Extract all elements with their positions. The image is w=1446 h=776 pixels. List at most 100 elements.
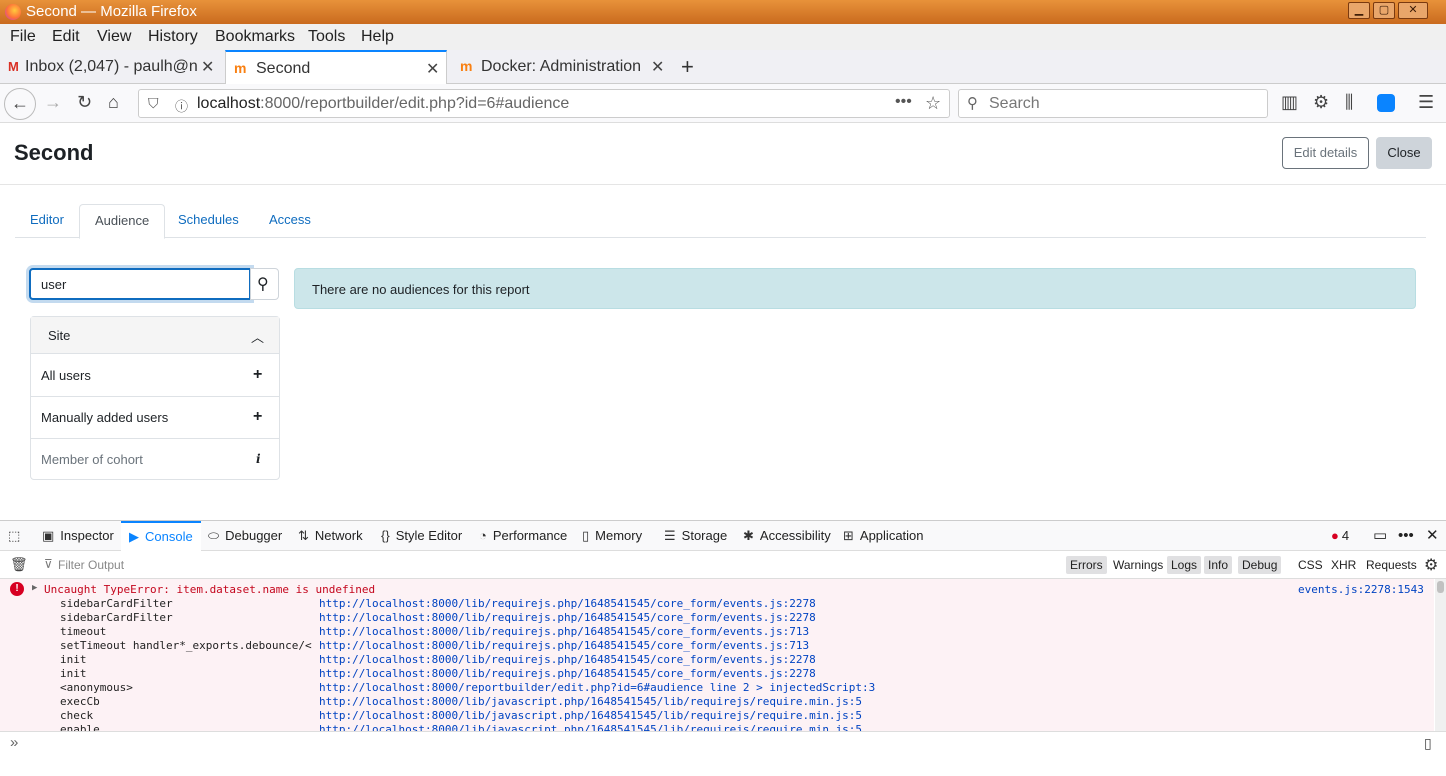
url-text[interactable]: localhost:8000/reportbuilder/edit.php?id…	[197, 95, 569, 113]
browser-tab-inbox[interactable]: M Inbox (2,047) - paulh@n ✕	[0, 50, 222, 84]
stack-source-link[interactable]: http://localhost:8000/lib/requirejs.php/…	[319, 667, 816, 681]
maximize-button[interactable]: ▢	[1373, 2, 1395, 19]
stack-function: sidebarCardFilter	[60, 611, 173, 624]
stack-source-link[interactable]: http://localhost:8000/lib/requirejs.php/…	[319, 639, 809, 653]
stack-function: <anonymous>	[60, 681, 133, 694]
menu-history[interactable]: History	[148, 28, 198, 46]
tool-console[interactable]: ▶ Console	[121, 521, 201, 551]
menu-tools[interactable]: Tools	[308, 28, 345, 46]
filter-warnings[interactable]: Warnings	[1109, 556, 1167, 574]
browser-tab-second[interactable]: m Second ✕	[225, 50, 447, 84]
style-editor-icon: {}	[381, 528, 390, 543]
element-picker-icon[interactable]: ⬚	[8, 521, 26, 551]
minimize-button[interactable]: ▁	[1348, 2, 1370, 19]
stack-source-link[interactable]: http://localhost:8000/lib/javascript.php…	[319, 709, 862, 723]
moodle-icon: m	[460, 58, 473, 74]
card-item-label: All users	[41, 368, 91, 383]
stack-source-link[interactable]: http://localhost:8000/lib/requirejs.php/…	[319, 653, 816, 667]
page-actions-icon[interactable]: •••	[895, 93, 912, 111]
search-bar[interactable]: ⚲ Search	[958, 89, 1268, 118]
tool-performance[interactable]: ◔ Performance	[479, 521, 567, 551]
console-input[interactable]: » ▯	[0, 731, 1446, 755]
hamburger-menu-icon[interactable]: ☰	[1418, 92, 1434, 113]
editor-mode-icon[interactable]: ▯	[1424, 735, 1432, 752]
more-options-icon[interactable]: •••	[1398, 521, 1414, 551]
tool-network[interactable]: ⇅ Network	[298, 521, 363, 551]
tool-style-editor[interactable]: {} Style Editor	[381, 521, 462, 551]
url-bar[interactable]: ⛉ ⓘ localhost:8000/reportbuilder/edit.ph…	[138, 89, 950, 118]
menu-bookmarks[interactable]: Bookmarks	[215, 28, 295, 46]
plus-icon[interactable]: +	[253, 366, 262, 384]
tab-access[interactable]: Access	[254, 204, 326, 238]
menu-view[interactable]: View	[97, 28, 131, 46]
browser-tab-label: Second	[256, 60, 311, 77]
tool-accessibility[interactable]: ✱ Accessibility	[743, 521, 831, 551]
reload-icon[interactable]: ↻	[77, 92, 92, 113]
tool-storage[interactable]: ☰ Storage	[664, 521, 727, 551]
dock-icon[interactable]: ▭	[1373, 521, 1387, 551]
edit-details-button[interactable]: Edit details	[1282, 137, 1369, 169]
filter-errors[interactable]: Errors	[1066, 556, 1107, 574]
filter-debug[interactable]: Debug	[1238, 556, 1282, 574]
audience-search-button[interactable]: ⚲	[250, 268, 279, 300]
home-icon[interactable]: ⌂	[108, 92, 119, 113]
plus-icon[interactable]: +	[253, 408, 262, 426]
back-icon[interactable]: ←	[4, 88, 36, 120]
moodle-icon: m	[234, 60, 247, 76]
new-tab-button[interactable]: +	[681, 54, 694, 80]
error-location-link[interactable]: events.js:2278:1543	[1298, 583, 1424, 597]
tool-debugger[interactable]: ⬭ Debugger	[208, 521, 282, 551]
chevron-up-icon[interactable]: ︿	[251, 327, 264, 346]
card-header-site[interactable]: Site ︿	[31, 317, 279, 354]
stack-source-link[interactable]: http://localhost:8000/lib/javascript.php…	[319, 695, 862, 709]
close-devtools-icon[interactable]: ✕	[1426, 521, 1439, 551]
audience-search-input[interactable]	[29, 268, 251, 300]
page-info-icon[interactable]: ⓘ	[175, 96, 188, 115]
info-icon[interactable]: i	[256, 452, 261, 466]
tool-inspector[interactable]: ▣ Inspector	[42, 521, 114, 551]
tool-application[interactable]: ⊞ Application	[843, 521, 924, 551]
stack-source-link[interactable]: http://localhost:8000/lib/requirejs.php/…	[319, 611, 816, 625]
browser-tab-docker[interactable]: m Docker: Administration: ✕	[452, 50, 674, 84]
scrollbar-thumb[interactable]	[1437, 581, 1444, 593]
card-item-member-of-cohort[interactable]: Member of cohort i	[31, 439, 279, 481]
error-icon: ●	[1331, 528, 1339, 543]
library-icon[interactable]: ⫼	[1345, 92, 1353, 113]
close-button[interactable]: Close	[1376, 137, 1432, 169]
menu-help[interactable]: Help	[361, 28, 394, 46]
bookmark-star-icon[interactable]: ☆	[925, 93, 941, 114]
error-count-badge[interactable]: ● 4	[1331, 521, 1349, 551]
stack-source-link[interactable]: http://localhost:8000/lib/requirejs.php/…	[319, 625, 809, 639]
close-tab-icon[interactable]: ✕	[426, 59, 439, 79]
console-settings-icon[interactable]: ⚙	[1424, 555, 1438, 575]
stack-source-link[interactable]: http://localhost:8000/lib/javascript.php…	[319, 723, 862, 731]
menu-edit[interactable]: Edit	[52, 28, 80, 46]
card-item-all-users[interactable]: All users +	[31, 355, 279, 397]
tab-audience[interactable]: Audience	[79, 204, 166, 239]
extension-icon[interactable]: ⚙	[1313, 92, 1329, 113]
tab-schedules[interactable]: Schedules	[163, 204, 254, 238]
filter-requests[interactable]: Requests	[1362, 556, 1421, 574]
shield-icon[interactable]: ⛉	[148, 95, 159, 112]
stack-source-link[interactable]: http://localhost:8000/reportbuilder/edit…	[319, 681, 875, 695]
tab-editor[interactable]: Editor	[15, 204, 79, 238]
stack-source-link[interactable]: http://localhost:8000/lib/requirejs.php/…	[319, 597, 816, 611]
console-scrollbar[interactable]	[1435, 579, 1446, 731]
menu-file[interactable]: File	[10, 28, 36, 46]
forward-icon[interactable]: →	[44, 92, 62, 113]
filter-xhr[interactable]: XHR	[1327, 556, 1360, 574]
filter-output-input[interactable]: Filter Output	[58, 558, 124, 572]
sidebar-icon[interactable]: ▥	[1281, 92, 1298, 113]
window-close-button[interactable]: ✕	[1398, 2, 1428, 19]
zoom-extension-icon[interactable]	[1377, 94, 1395, 112]
filter-logs[interactable]: Logs	[1167, 556, 1202, 574]
trash-icon[interactable]: 🗑	[10, 556, 28, 573]
card-item-manually-added-users[interactable]: Manually added users +	[31, 397, 279, 439]
filter-info[interactable]: Info	[1204, 556, 1233, 574]
close-tab-icon[interactable]: ✕	[651, 57, 664, 77]
close-tab-icon[interactable]: ✕	[201, 57, 214, 77]
filter-css[interactable]: CSS	[1294, 556, 1327, 574]
tool-memory[interactable]: ▯ Memory	[582, 521, 642, 551]
error-message[interactable]: Uncaught TypeError: item.dataset.name is…	[44, 583, 375, 597]
expand-arrow-icon[interactable]: ▶	[32, 583, 37, 593]
